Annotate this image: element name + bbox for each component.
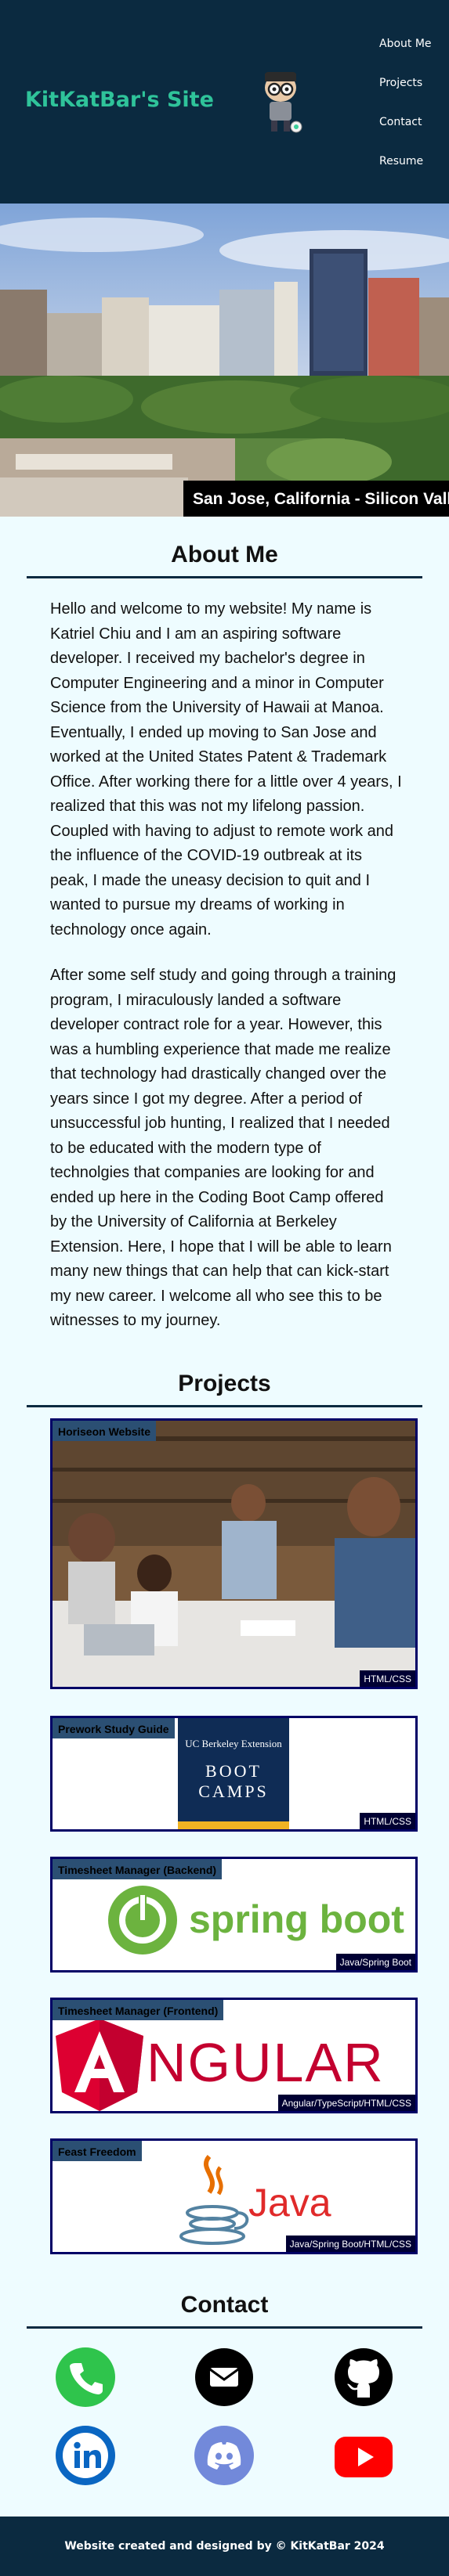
project-title: Feast Freedom — [53, 2140, 142, 2161]
site-title[interactable]: KitKatBar's Site — [25, 88, 214, 112]
bootcamps-logo-line1: UC Berkeley Extension — [185, 1737, 282, 1749]
phone-icon[interactable] — [55, 2347, 115, 2407]
site-header: KitKatBar's Site About Me Projects Conta… — [0, 0, 449, 204]
hero-banner: San Jose, California - Silicon Valley — [0, 204, 449, 517]
about-paragraph: After some self study and going through … — [50, 967, 396, 1329]
nav-about-me[interactable]: About Me — [379, 31, 432, 70]
about-paragraph: Hello and welcome to my website! My name… — [50, 600, 402, 939]
project-card-timesheet-frontend[interactable]: Timesheet Manager (Frontend) NGULAR Angu… — [50, 1997, 418, 2113]
project-tech: HTML/CSS — [360, 1670, 415, 1687]
project-title: Timesheet Manager (Frontend) — [53, 1999, 224, 2020]
nav-contact[interactable]: Contact — [379, 110, 432, 149]
projects-section: Projects Horiseon Website HTML/CSS Prewo — [0, 1355, 449, 2254]
footer-text: Website created and designed by © KitKat… — [64, 2539, 385, 2553]
bootcamps-logo-line3: CAMPS — [198, 1781, 269, 1801]
about-body: Hello and welcome to my website! My name… — [0, 578, 449, 1334]
contact-icons — [0, 2329, 449, 2509]
avatar-icon — [265, 72, 302, 133]
project-card-prework[interactable]: Prework Study Guide UC Berkeley Extensio… — [50, 1715, 418, 1832]
angular-text: NGULAR — [147, 2031, 385, 2093]
email-icon[interactable] — [194, 2347, 254, 2407]
project-title: Timesheet Manager (Backend) — [53, 1858, 223, 1879]
java-text: Java — [248, 2180, 331, 2225]
hero-caption: San Jose, California - Silicon Valley — [183, 481, 449, 517]
project-card-timesheet-backend[interactable]: Timesheet Manager (Backend) spring boot … — [50, 1856, 418, 1973]
youtube-icon[interactable] — [334, 2426, 393, 2485]
contact-title: Contact — [180, 2291, 269, 2318]
project-title: Prework Study Guide — [53, 1717, 175, 1738]
main-nav: About Me Projects Contact Resume — [379, 31, 432, 188]
github-icon[interactable] — [334, 2347, 393, 2407]
projects-title: Projects — [178, 1370, 271, 1396]
about-section: About Me Hello and welcome to my website… — [0, 517, 449, 1334]
project-tech: Java/Spring Boot — [335, 1953, 415, 1970]
bootcamps-logo-line2: BOOT — [205, 1760, 262, 1781]
nav-resume[interactable]: Resume — [379, 149, 432, 188]
linkedin-icon[interactable] — [55, 2425, 115, 2485]
bootcamps-logo-text: UC Berkeley Extension BOOT CAMPS — [178, 1718, 289, 1821]
project-tech: HTML/CSS — [360, 1812, 415, 1829]
project-tech: Java/Spring Boot/HTML/CSS — [285, 2235, 415, 2252]
contact-section: Contact — [0, 2254, 449, 2509]
site-footer: Website created and designed by © KitKat… — [0, 2516, 449, 2576]
project-tech: Angular/TypeScript/HTML/CSS — [277, 2094, 415, 2111]
discord-icon[interactable] — [194, 2425, 255, 2485]
project-title: Horiseon Website — [53, 1420, 156, 1441]
spring-boot-text: spring boot — [189, 1897, 404, 1941]
project-card-feast-freedom[interactable]: Feast Freedom Java Java/Spring Boot/HTML… — [50, 2138, 418, 2254]
hero-image — [0, 204, 449, 517]
project-image-horiseon — [53, 1420, 415, 1687]
project-card-horiseon[interactable]: Horiseon Website HTML/CSS — [50, 1418, 418, 1689]
nav-projects[interactable]: Projects — [379, 70, 432, 110]
about-title: About Me — [171, 542, 278, 567]
